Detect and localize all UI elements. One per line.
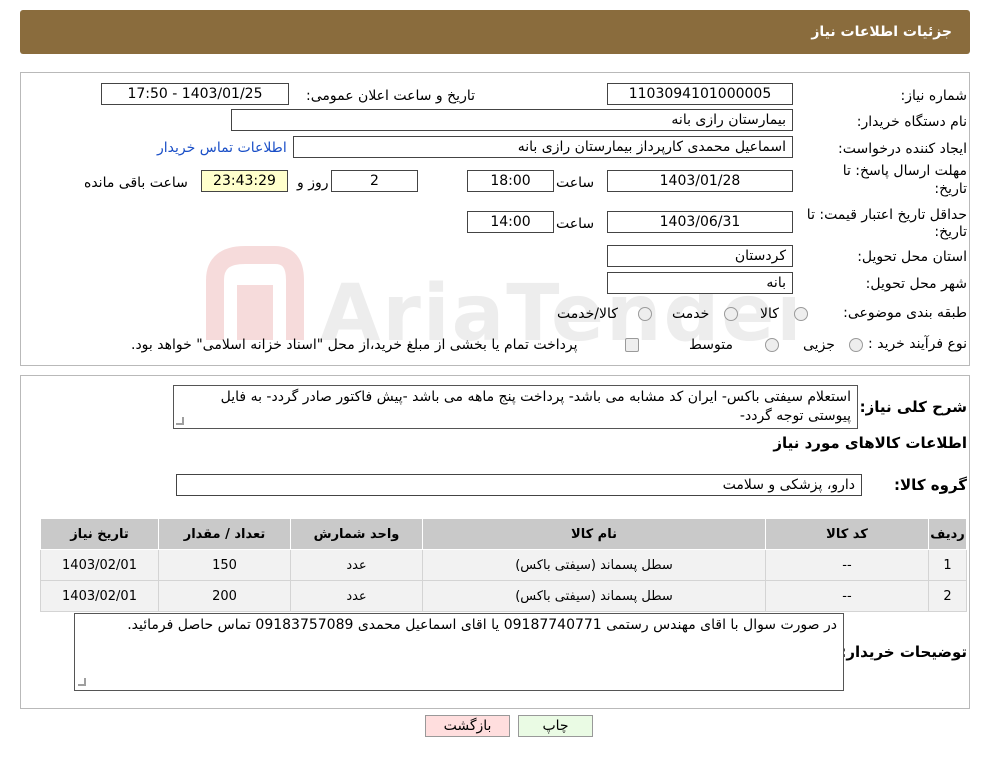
description-text: استعلام سیفتی باکس- ایران کد مشابه می با… — [220, 389, 851, 424]
validity-label-line1: حداقل تاریخ اعتبار قیمت: تا — [806, 207, 967, 223]
cell-goods-name: سطل پسماند (سیفتی باکس) — [422, 549, 766, 581]
deadline-date-field: 1403/01/28 — [607, 170, 793, 192]
buyer-notes-text: در صورت سوال با اقای مهندس رستمی 0918774… — [127, 617, 837, 633]
goods-table-wrapper: ردیف کد کالا نام کالا واحد شمارش تعداد /… — [40, 518, 967, 612]
cell-unit: عدد — [290, 580, 423, 612]
purchase-option-medium: متوسط — [689, 337, 733, 353]
validity-time-field: 14:00 — [467, 211, 554, 233]
cell-need-date: 1403/02/01 — [40, 549, 159, 581]
purchase-type-label: نوع فرآیند خرید : — [868, 336, 967, 352]
validity-label-line2: تاریخ: — [934, 224, 967, 240]
remaining-time-label: ساعت باقی مانده — [84, 175, 188, 191]
category-radio-goods[interactable] — [794, 307, 808, 321]
category-option-goods: کالا — [760, 306, 779, 322]
col-goods-name: نام کالا — [422, 518, 766, 550]
cell-goods-name: سطل پسماند (سیفتی باکس) — [422, 580, 766, 612]
validity-date-field: 1403/06/31 — [607, 211, 793, 233]
city-label: شهر محل تحویل: — [865, 276, 967, 292]
deadline-days-field: 2 — [331, 170, 418, 192]
buyer-notes-resize-handle[interactable] — [78, 678, 86, 686]
requester-field: اسماعیل محمدی کارپرداز بیمارستان رازی با… — [293, 136, 793, 158]
col-row-number: ردیف — [928, 518, 967, 550]
cell-quantity: 150 — [158, 549, 291, 581]
description-label: شرح کلی نیاز: — [859, 398, 967, 416]
table-row: 2 -- سطل پسماند (سیفتی باکس) عدد 200 140… — [40, 580, 967, 612]
cell-quantity: 200 — [158, 580, 291, 612]
validity-time-label: ساعت — [556, 216, 595, 232]
buyer-org-label: نام دستگاه خریدار: — [856, 114, 967, 130]
cell-unit: عدد — [290, 549, 423, 581]
goods-info-title: اطلاعات کالاهای مورد نیاز — [773, 434, 967, 452]
col-unit: واحد شمارش — [290, 518, 423, 550]
treasury-checkbox[interactable] — [625, 338, 639, 352]
back-button[interactable]: بازگشت — [425, 715, 510, 737]
cell-row-number: 2 — [928, 580, 967, 612]
table-row: 1 -- سطل پسماند (سیفتی باکس) عدد 150 140… — [40, 549, 967, 581]
city-field: بانه — [607, 272, 793, 294]
col-goods-code: کد کالا — [765, 518, 929, 550]
purchase-radio-medium[interactable] — [765, 338, 779, 352]
buyer-contact-link[interactable]: اطلاعات تماس خریدار — [157, 140, 287, 156]
deadline-label-line1: مهلت ارسال پاسخ: تا — [842, 163, 967, 179]
remaining-time-field: 23:43:29 — [201, 170, 288, 192]
province-label: استان محل تحویل: — [857, 249, 967, 265]
col-quantity: تعداد / مقدار — [158, 518, 291, 550]
purchase-option-minor: جزیی — [803, 337, 835, 353]
buyer-org-field: بیمارستان رازی بانه — [231, 109, 793, 131]
requester-label: ایجاد کننده درخواست: — [838, 141, 967, 157]
goods-group-field: دارو، پزشکی و سلامت — [176, 474, 862, 496]
goods-table: ردیف کد کالا نام کالا واحد شمارش تعداد /… — [40, 518, 967, 612]
goods-group-label: گروه کالا: — [894, 476, 967, 494]
cell-row-number: 1 — [928, 549, 967, 581]
deadline-days-label: روز و — [297, 175, 329, 191]
cell-goods-code: -- — [765, 549, 929, 581]
table-header-row: ردیف کد کالا نام کالا واحد شمارش تعداد /… — [40, 518, 967, 550]
description-textarea[interactable]: استعلام سیفتی باکس- ایران کد مشابه می با… — [173, 385, 858, 429]
deadline-label-line2: تاریخ: — [934, 181, 967, 197]
buyer-notes-label: توضیحات خریدار: — [840, 643, 967, 661]
category-radio-service[interactable] — [724, 307, 738, 321]
treasury-note: پرداخت تمام یا بخشی از مبلغ خرید،از محل … — [131, 337, 578, 353]
cell-need-date: 1403/02/01 — [40, 580, 159, 612]
print-button[interactable]: چاپ — [518, 715, 593, 737]
cell-goods-code: -- — [765, 580, 929, 612]
page-title: جزئیات اطلاعات نیاز — [811, 24, 952, 40]
description-resize-handle[interactable] — [176, 417, 184, 425]
category-option-goods-service: کالا/خدمت — [557, 306, 618, 322]
deadline-time-field: 18:00 — [467, 170, 554, 192]
need-number-field: 1103094101000005 — [607, 83, 793, 105]
announce-field: 1403/01/25 - 17:50 — [101, 83, 289, 105]
category-option-service: خدمت — [672, 306, 710, 322]
need-number-label: شماره نیاز: — [900, 88, 968, 104]
page-header: جزئیات اطلاعات نیاز — [20, 10, 970, 54]
province-field: کردستان — [607, 245, 793, 267]
category-radio-goods-service[interactable] — [638, 307, 652, 321]
buyer-notes-textarea[interactable]: در صورت سوال با اقای مهندس رستمی 0918774… — [74, 613, 844, 691]
announce-label: تاریخ و ساعت اعلان عمومی: — [306, 88, 475, 104]
purchase-radio-minor[interactable] — [849, 338, 863, 352]
deadline-time-label: ساعت — [556, 175, 595, 191]
col-need-date: تاریخ نیاز — [40, 518, 159, 550]
category-label: طبقه بندی موضوعی: — [843, 305, 967, 321]
